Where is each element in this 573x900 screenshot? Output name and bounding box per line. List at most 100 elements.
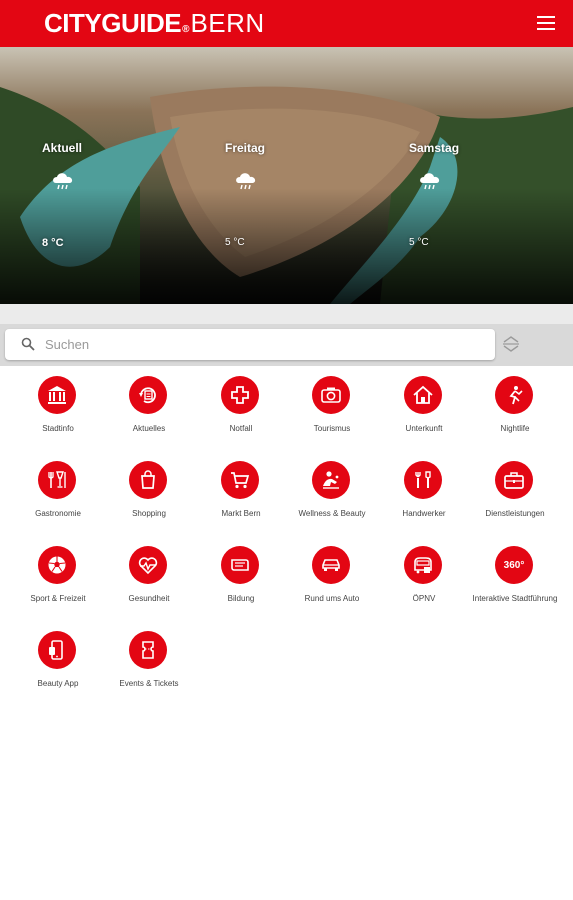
category-label: Gesundheit <box>128 594 170 603</box>
category-icon-circle <box>38 546 76 584</box>
search-icon <box>21 337 35 351</box>
weather-friday: Freitag 5 °C <box>225 47 345 304</box>
fork-knife-glass-icon <box>48 471 66 488</box>
category-icon-circle <box>38 631 76 669</box>
category-handwerker[interactable]: Handwerker <box>377 451 471 531</box>
category-icon-circle <box>129 546 167 584</box>
education-icon <box>231 559 249 571</box>
soccer-ball-icon <box>48 556 66 574</box>
search-field[interactable] <box>5 329 495 360</box>
category-label: Unterkunft <box>405 424 443 433</box>
cloud-rain-icon <box>53 173 73 190</box>
category-label: Notfall <box>229 424 253 433</box>
shopping-bag-icon <box>141 470 155 489</box>
category-label: Interaktive Stadtführung <box>472 594 558 603</box>
category-sport-freizeit[interactable]: Sport & Freizeit <box>11 536 105 616</box>
category-label: ÖPNV <box>412 594 436 603</box>
category-icon-circle <box>129 461 167 499</box>
category-wellness-beauty[interactable]: Wellness & Beauty <box>285 451 379 531</box>
category-icon-circle <box>495 376 533 414</box>
category-events-tickets[interactable]: Events & Tickets <box>102 621 196 701</box>
category-nightlife[interactable]: Nightlife <box>468 366 562 446</box>
category-label: Nightlife <box>500 424 530 433</box>
tools-icon <box>415 471 431 488</box>
hamburger-menu-icon[interactable] <box>535 14 557 32</box>
search-bar <box>0 324 573 366</box>
category-shopping[interactable]: Shopping <box>102 451 196 531</box>
dancer-icon <box>509 386 523 405</box>
category-bildung[interactable]: Bildung <box>194 536 288 616</box>
weather-day-label: Freitag <box>225 141 266 155</box>
shopping-cart-icon <box>231 472 250 489</box>
camera-icon <box>321 387 341 403</box>
category-beauty-app[interactable]: Beauty App <box>11 621 105 701</box>
360-badge-text: 360° <box>503 559 525 571</box>
tram-icon <box>414 557 432 574</box>
category-icon-circle <box>495 461 533 499</box>
category-icon-circle <box>221 461 259 499</box>
cloud-rain-icon <box>420 173 440 190</box>
category-gastronomie[interactable]: Gastronomie <box>11 451 105 531</box>
category-interaktive-stadtfuehrung[interactable]: 360° Interaktive Stadtführung <box>468 536 562 616</box>
category-label: Rund ums Auto <box>304 594 360 603</box>
car-icon <box>322 559 340 571</box>
category-gesundheit[interactable]: Gesundheit <box>102 536 196 616</box>
category-tourismus[interactable]: Tourismus <box>285 366 379 446</box>
category-label: Bildung <box>227 594 255 603</box>
category-icon-circle <box>312 546 350 584</box>
category-icon-circle <box>129 631 167 669</box>
category-notfall[interactable]: Notfall <box>194 366 288 446</box>
weather-temperature: 5 °C <box>409 237 429 248</box>
weather-today: Aktuell 8 °C <box>42 47 162 304</box>
category-stadtinfo[interactable]: Stadtinfo <box>11 366 105 446</box>
category-label: Sport & Freizeit <box>30 594 86 603</box>
category-label: Gastronomie <box>35 509 81 518</box>
category-label: Shopping <box>132 509 166 518</box>
weather-temperature: 5 °C <box>225 237 245 248</box>
category-unterkunft[interactable]: Unterkunft <box>377 366 471 446</box>
separator-band <box>0 304 573 324</box>
category-label: Wellness & Beauty <box>298 509 366 518</box>
category-dienstleistungen[interactable]: Dienstleistungen <box>468 451 562 531</box>
search-input[interactable] <box>45 329 485 360</box>
category-icon-circle <box>312 376 350 414</box>
weather-day-label: Aktuell <box>42 141 83 155</box>
logo-registered-mark: ® <box>182 24 190 35</box>
building-columns-icon <box>48 386 66 404</box>
newspaper-refresh-icon <box>139 387 156 404</box>
category-label: Stadtinfo <box>42 424 74 433</box>
ticket-icon <box>142 641 154 659</box>
sort-arrows-icon[interactable] <box>500 333 522 355</box>
category-icon-circle <box>38 461 76 499</box>
category-label: Events & Tickets <box>119 679 179 688</box>
category-icon-circle <box>129 376 167 414</box>
weather-day-label: Samstag <box>409 141 460 155</box>
weather-saturday: Samstag 5 °C <box>409 47 529 304</box>
logo-bern-text: BERN <box>190 8 265 38</box>
medical-cross-icon <box>231 386 249 404</box>
cityguide-bern-logo[interactable]: CITYGUIDE ® BERN <box>44 8 265 40</box>
category-oepnv[interactable]: ÖPNV <box>377 536 471 616</box>
category-icon-circle <box>404 546 442 584</box>
logo-city-text: CITYGUIDE <box>44 8 182 38</box>
category-label: Markt Bern <box>221 509 261 518</box>
category-label: Aktuelles <box>132 424 166 433</box>
category-label: Beauty App <box>37 679 79 688</box>
briefcase-icon <box>504 472 524 489</box>
category-aktuelles[interactable]: Aktuelles <box>102 366 196 446</box>
app-header: CITYGUIDE ® BERN <box>0 0 573 47</box>
category-icon-circle <box>404 376 442 414</box>
360-icon: 360° <box>495 546 533 584</box>
category-label: Handwerker <box>402 509 446 518</box>
category-label: Tourismus <box>313 424 351 433</box>
category-rund-ums-auto[interactable]: Rund ums Auto <box>285 536 379 616</box>
weather-temperature: 8 °C <box>42 237 64 249</box>
category-markt-bern[interactable]: Markt Bern <box>194 451 288 531</box>
house-icon <box>413 385 433 404</box>
hero-city-image: Aktuell 8 °C Freitag 5 °C Samstag 5 °C <box>0 47 573 304</box>
category-icon-circle <box>38 376 76 414</box>
cloud-rain-icon <box>236 173 256 190</box>
category-icon-circle <box>312 461 350 499</box>
category-icon-circle <box>404 461 442 499</box>
heart-pulse-icon <box>138 557 158 575</box>
